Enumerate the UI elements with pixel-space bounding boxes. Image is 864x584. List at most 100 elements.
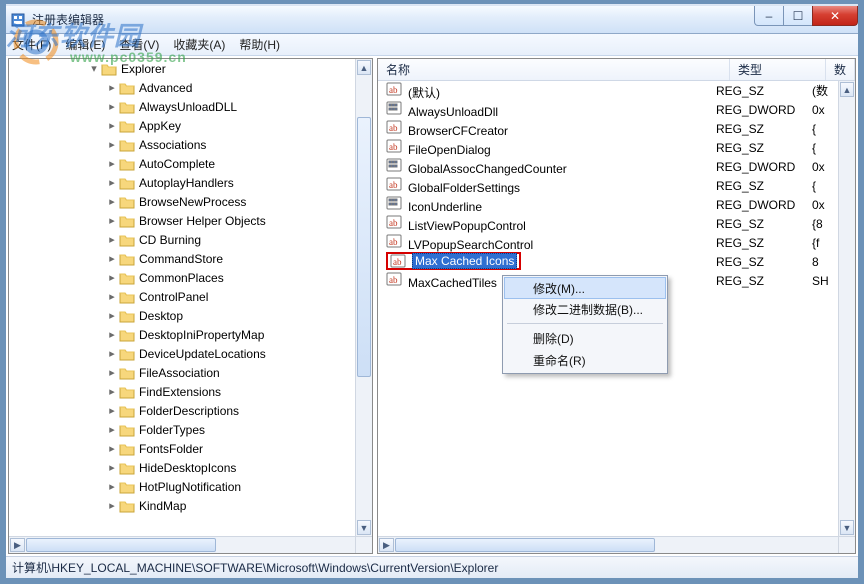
list-row[interactable]: abFileOpenDialogREG_SZ{: [378, 138, 838, 157]
tree-node[interactable]: ▸DeviceUpdateLocations: [9, 344, 355, 363]
string-icon: ab: [386, 233, 402, 249]
row-data: {f: [812, 236, 838, 250]
tree-node[interactable]: ▸AutoComplete: [9, 154, 355, 173]
tree-node[interactable]: ▸ DesktopIniPropertyMap: [9, 325, 355, 344]
menu-help[interactable]: 帮助(H): [239, 36, 280, 53]
expand-icon[interactable]: ▸: [105, 81, 119, 94]
list-row[interactable]: GlobalAssocChangedCounterREG_DWORD0x: [378, 157, 838, 176]
string-icon: ab: [386, 176, 402, 192]
tree-node-root[interactable]: ▾Explorer: [9, 59, 355, 78]
close-button[interactable]: ✕: [812, 6, 858, 26]
expand-icon[interactable]: ▸: [105, 480, 119, 493]
tree-node[interactable]: ▸FileAssociation: [9, 363, 355, 382]
tree-node[interactable]: ▸FindExtensions: [9, 382, 355, 401]
list-horizontal-scrollbar[interactable]: ◀ ▶: [378, 536, 838, 553]
expand-icon[interactable]: ▸: [105, 309, 119, 322]
expand-icon[interactable]: ▸: [105, 214, 119, 227]
menu-view[interactable]: 查看(V): [119, 36, 159, 53]
scroll-right-icon[interactable]: ▶: [379, 538, 394, 552]
tree-node[interactable]: ▸BrowseNewProcess: [9, 192, 355, 211]
tree-node[interactable]: ▸Browser Helper Objects: [9, 211, 355, 230]
expand-icon[interactable]: ▾: [87, 62, 101, 75]
tree-label: FolderTypes: [139, 423, 205, 437]
list-row[interactable]: AlwaysUnloadDllREG_DWORD0x: [378, 100, 838, 119]
col-type[interactable]: 类型: [730, 59, 826, 80]
list-row[interactable]: abLVPopupSearchControlREG_SZ{f: [378, 233, 838, 252]
list-row[interactable]: ab(默认)REG_SZ(数: [378, 81, 838, 100]
scroll-up-icon[interactable]: ▲: [840, 82, 854, 97]
list-row[interactable]: abBrowserCFCreatorREG_SZ{: [378, 119, 838, 138]
expand-icon[interactable]: ▸: [105, 499, 119, 512]
tree-node[interactable]: ▸Associations: [9, 135, 355, 154]
maximize-button[interactable]: ☐: [783, 6, 813, 26]
col-data[interactable]: 数: [826, 59, 855, 80]
expand-icon[interactable]: ▸: [105, 233, 119, 246]
scroll-thumb[interactable]: [357, 117, 371, 377]
folder-icon: [101, 62, 117, 76]
tree-node[interactable]: ▸AutoplayHandlers: [9, 173, 355, 192]
tree-node[interactable]: ▸Desktop: [9, 306, 355, 325]
ctx-rename[interactable]: 重命名(R): [505, 349, 665, 371]
tree-vertical-scrollbar[interactable]: ▲ ▼: [355, 59, 372, 536]
scroll-thumb[interactable]: [26, 538, 216, 552]
expand-icon[interactable]: ▸: [105, 157, 119, 170]
tree-node[interactable]: ▸AppKey: [9, 116, 355, 135]
expand-icon[interactable]: ▸: [105, 176, 119, 189]
scroll-down-icon[interactable]: ▼: [357, 520, 371, 535]
expand-icon[interactable]: ▸: [105, 366, 119, 379]
tree-node[interactable]: ▸HideDesktopIcons: [9, 458, 355, 477]
expand-icon[interactable]: ▸: [105, 328, 119, 341]
expand-icon[interactable]: ▸: [105, 461, 119, 474]
tree-node[interactable]: ▸AlwaysUnloadDLL: [9, 97, 355, 116]
ctx-modify-binary[interactable]: 修改二进制数据(B)...: [505, 298, 665, 320]
expand-icon[interactable]: ▸: [105, 100, 119, 113]
expand-icon[interactable]: ▸: [105, 347, 119, 360]
expand-icon[interactable]: ▸: [105, 271, 119, 284]
row-name: IconUnderline: [408, 200, 482, 214]
tree-node[interactable]: ▸FolderDescriptions: [9, 401, 355, 420]
col-name[interactable]: 名称: [378, 59, 730, 80]
expand-icon[interactable]: ▸: [105, 119, 119, 132]
expand-icon[interactable]: ▸: [105, 195, 119, 208]
row-name: GlobalAssocChangedCounter: [408, 162, 567, 176]
tree-node[interactable]: ▸CommandStore: [9, 249, 355, 268]
menu-favorites[interactable]: 收藏夹(A): [173, 36, 225, 53]
tree-view[interactable]: ▾Explorer▸Advanced▸AlwaysUnloadDLL▸AppKe…: [9, 59, 355, 536]
expand-icon[interactable]: ▸: [105, 138, 119, 151]
tree-node[interactable]: ▸ FolderTypes: [9, 420, 355, 439]
tree-node[interactable]: ▸KindMap: [9, 496, 355, 515]
list-row[interactable]: abListViewPopupControlREG_SZ{8: [378, 214, 838, 233]
ctx-modify[interactable]: 修改(M)...: [504, 277, 666, 299]
expand-icon[interactable]: ▸: [105, 252, 119, 265]
expand-icon[interactable]: ▸: [105, 290, 119, 303]
scroll-down-icon[interactable]: ▼: [840, 520, 854, 535]
tree-node[interactable]: ▸Advanced: [9, 78, 355, 97]
list-row[interactable]: abGlobalFolderSettingsREG_SZ{: [378, 176, 838, 195]
tree-label: DesktopIniPropertyMap: [139, 328, 264, 342]
svg-text:ab: ab: [393, 257, 402, 267]
list-row[interactable]: abMax Cached IconsREG_SZ8: [378, 252, 838, 271]
list-vertical-scrollbar[interactable]: ▲ ▼: [838, 81, 855, 536]
expand-icon[interactable]: ▸: [105, 442, 119, 455]
minimize-button[interactable]: –: [754, 6, 784, 26]
tree-node[interactable]: ▸CD Burning: [9, 230, 355, 249]
tree-node[interactable]: ▸ControlPanel: [9, 287, 355, 306]
expand-icon[interactable]: ▸: [105, 385, 119, 398]
list-row[interactable]: IconUnderlineREG_DWORD0x: [378, 195, 838, 214]
tree-node[interactable]: ▸CommonPlaces: [9, 268, 355, 287]
tree-horizontal-scrollbar[interactable]: ◀ ▶: [9, 536, 355, 553]
ctx-delete[interactable]: 删除(D): [505, 327, 665, 349]
folder-icon: [119, 176, 135, 190]
titlebar: 注册表编辑器 – ☐ ✕: [6, 6, 858, 34]
scroll-thumb[interactable]: [395, 538, 655, 552]
scroll-right-icon[interactable]: ▶: [10, 538, 25, 552]
scroll-corner: [355, 536, 372, 553]
menu-file[interactable]: 文件(F): [12, 36, 51, 53]
scroll-up-icon[interactable]: ▲: [357, 60, 371, 75]
expand-icon[interactable]: ▸: [105, 423, 119, 436]
menu-edit[interactable]: 编辑(E): [65, 36, 105, 53]
folder-icon: [119, 461, 135, 475]
tree-node[interactable]: ▸FontsFolder: [9, 439, 355, 458]
expand-icon[interactable]: ▸: [105, 404, 119, 417]
tree-node[interactable]: ▸HotPlugNotification: [9, 477, 355, 496]
